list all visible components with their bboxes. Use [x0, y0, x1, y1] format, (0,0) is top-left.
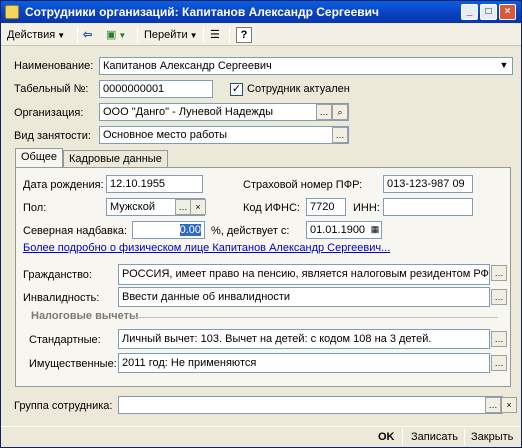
gender-select-icon[interactable]: …: [175, 199, 191, 215]
employee-window: Сотрудники организаций: Капитанов Алекса…: [0, 0, 522, 448]
tax-deductions-header: Налоговые вычеты: [31, 310, 139, 322]
citizenship-value: РОССИЯ, имеет право на пенсию, является …: [122, 268, 489, 280]
birth-value: 12.10.1955: [110, 178, 166, 190]
toolbar: Действия ▼ ⇦ ▣ ▼ Перейти ▼ ☰ ?: [1, 24, 521, 46]
birth-label: Дата рождения:: [23, 179, 104, 191]
maximize-button[interactable]: □: [480, 4, 497, 20]
help-icon[interactable]: ?: [236, 27, 252, 43]
citizenship-select-icon[interactable]: …: [491, 265, 507, 281]
active-checkbox[interactable]: ✓: [230, 83, 243, 96]
dropdown-arrow-icon: ▼: [189, 31, 198, 40]
ifns-field[interactable]: 7720: [306, 198, 346, 216]
standard-select-icon[interactable]: …: [491, 331, 507, 347]
dropdown-arrow-icon: ▼: [57, 31, 66, 40]
footer-bar: OK Записать Закрыть: [1, 426, 521, 447]
north-value: 0.00: [179, 224, 201, 236]
org-select-icon[interactable]: …: [316, 104, 332, 120]
employment-value: Основное место работы: [103, 129, 228, 141]
save-button[interactable]: Записать: [411, 429, 458, 446]
close-button[interactable]: Закрыть: [471, 429, 513, 446]
toolbar-separator: [229, 27, 230, 43]
ok-button[interactable]: OK: [378, 429, 395, 446]
property-field[interactable]: 2011 год: Не применяются: [118, 353, 490, 373]
property-value: 2011 год: Не применяются: [122, 357, 257, 369]
app-icon: [5, 5, 19, 19]
name-field[interactable]: Капитанов Александр Сергеевич: [99, 57, 513, 75]
back-arrow-icon[interactable]: ⇦: [83, 26, 92, 44]
actions-label: Действия: [7, 29, 56, 41]
toolbar-separator: [203, 27, 204, 43]
name-dropdown-icon[interactable]: ▼: [496, 58, 512, 74]
footer-separator: [464, 429, 465, 445]
title-bar: Сотрудники организаций: Капитанов Алекса…: [1, 1, 521, 23]
org-value: ООО "Данго" - Луневой Надежды: [103, 106, 274, 118]
org-search-icon[interactable]: ⌕: [332, 104, 348, 120]
standard-value: Личный вычет: 103. Вычет на детей: с код…: [122, 333, 432, 345]
toolbar-separator: [77, 27, 78, 43]
gender-value: Мужской: [110, 201, 155, 213]
pfr-value: 013-123-987 09: [387, 178, 465, 190]
citizenship-field[interactable]: РОССИЯ, имеет право на пенсию, является …: [118, 264, 490, 285]
north-suffix: %, действует с:: [211, 225, 290, 237]
tab-personnel-data[interactable]: Кадровые данные: [63, 150, 168, 168]
employment-select-icon[interactable]: …: [332, 127, 348, 143]
details-link[interactable]: Более подробно о физическом лице Капитан…: [23, 242, 390, 254]
employment-label: Вид занятости:: [14, 130, 91, 142]
org-label: Организация:: [14, 107, 84, 119]
footer-separator: [402, 429, 403, 445]
property-select-icon[interactable]: …: [491, 355, 507, 371]
tabno-label: Табельный №:: [14, 83, 89, 95]
standard-label: Стандартные:: [29, 334, 101, 346]
tab-general[interactable]: Общее: [15, 148, 64, 168]
north-date-value: 01.01.1900: [310, 224, 366, 236]
group-select-icon[interactable]: …: [485, 397, 501, 413]
section-divider: [133, 317, 498, 318]
document-go-icon[interactable]: ▣ ▼: [106, 26, 126, 44]
tabno-value: 0000000001: [103, 83, 165, 95]
north-label: Северная надбавка:: [23, 225, 128, 237]
close-window-button[interactable]: ×: [499, 4, 516, 20]
standard-field[interactable]: Личный вычет: 103. Вычет на детей: с код…: [118, 329, 490, 349]
birth-field[interactable]: 12.10.1955: [106, 175, 203, 193]
toolbar-separator: [137, 27, 138, 43]
gender-label: Пол:: [23, 202, 47, 214]
actions-menu[interactable]: Действия ▼: [7, 26, 65, 44]
group-field[interactable]: [118, 396, 503, 414]
disability-field[interactable]: Ввести данные об инвалидности: [118, 287, 490, 307]
inn-field[interactable]: [383, 198, 473, 216]
ifns-value: 7720: [310, 201, 335, 213]
group-clear-icon[interactable]: ×: [501, 397, 517, 413]
minimize-button[interactable]: _: [461, 4, 478, 20]
name-label: Наименование:: [14, 60, 94, 72]
name-value: Капитанов Александр Сергеевич: [103, 60, 272, 72]
goto-menu[interactable]: Перейти ▼: [144, 26, 198, 44]
group-label: Группа сотрудника:: [14, 400, 113, 412]
citizenship-label: Гражданство:: [23, 269, 92, 281]
property-label: Имущественные:: [29, 358, 117, 370]
dropdown-arrow-icon: ▼: [118, 31, 127, 40]
tabno-field[interactable]: 0000000001: [99, 80, 213, 98]
north-field[interactable]: 0.00: [132, 221, 205, 239]
window-title: Сотрудники организаций: Капитанов Алекса…: [25, 5, 379, 19]
calendar-icon[interactable]: ▦: [367, 222, 383, 238]
org-field[interactable]: ООО "Данго" - Луневой Надежды: [99, 103, 349, 121]
disability-value: Ввести данные об инвалидности: [122, 291, 291, 303]
list-icon[interactable]: ☰: [210, 26, 220, 44]
pfr-field[interactable]: 013-123-987 09: [383, 175, 473, 193]
inn-label: ИНН:: [353, 202, 380, 214]
disability-label: Инвалидность:: [23, 292, 100, 304]
employment-field[interactable]: Основное место работы: [99, 126, 349, 144]
active-label: Сотрудник актуален: [247, 83, 350, 95]
disability-select-icon[interactable]: …: [491, 289, 507, 305]
pfr-label: Страховой номер ПФР:: [243, 179, 363, 191]
gender-clear-icon[interactable]: ×: [190, 199, 206, 215]
goto-label: Перейти: [144, 29, 188, 41]
ifns-label: Код ИФНС:: [243, 202, 300, 214]
